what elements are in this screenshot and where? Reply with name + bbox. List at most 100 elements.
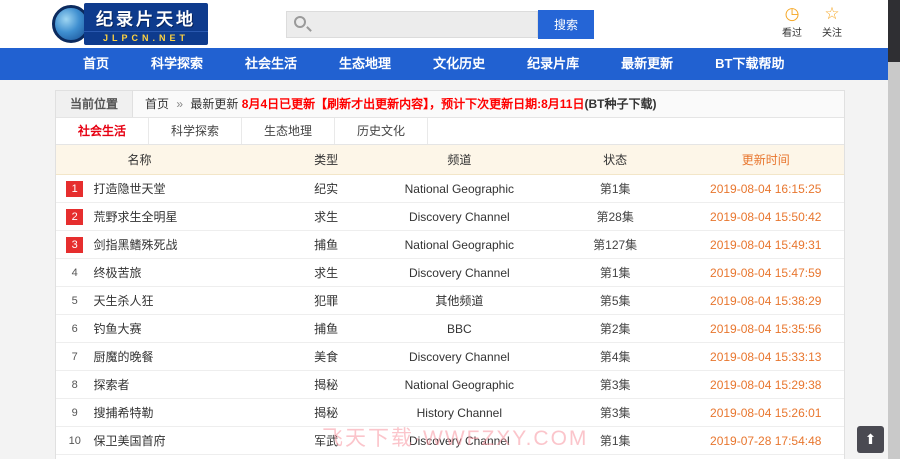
cell-name: 保卫美国首府 bbox=[93, 426, 277, 455]
col-channel: 频道 bbox=[375, 145, 543, 175]
cell-name: 终极苦旅 bbox=[93, 258, 277, 287]
location-label: 当前位置 bbox=[56, 91, 134, 117]
cell-status: 第4集 bbox=[542, 342, 688, 371]
row-rank: 8 bbox=[56, 370, 94, 399]
update-table: 名称 类型 频道 状态 更新时间 1 打造隐世天堂 纪实 National Geogr… bbox=[56, 145, 844, 459]
col-type: 类型 bbox=[276, 145, 376, 175]
site-header: 纪录片天地 JLPCN.NET 搜索 ◷ 看过 ☆ 关注 bbox=[0, 0, 900, 48]
cell-type: 纪实 bbox=[276, 174, 376, 203]
cell-type: 揭秘 bbox=[276, 398, 376, 427]
nav-item-7[interactable]: 最新更新 bbox=[600, 48, 694, 80]
table-header-row: 名称 类型 频道 状态 更新时间 bbox=[56, 145, 844, 175]
cell-status: 第6集 bbox=[542, 454, 688, 459]
cell-name: 天生杀人狂 bbox=[93, 286, 277, 315]
cell-name: 探索者 bbox=[93, 370, 277, 399]
cell-type: 求生 bbox=[276, 258, 376, 287]
table-row: 2 荒野求生全明星 求生 Discovery Channel 第28集 2019-08-0… bbox=[56, 202, 844, 231]
nav-item-3[interactable]: 社会生活 bbox=[224, 48, 318, 80]
cell-name: 超级育夜场 bbox=[93, 454, 277, 459]
row-rank: 7 bbox=[56, 342, 94, 371]
follow-label: 关注 bbox=[822, 28, 842, 39]
cell-channel: BBC bbox=[375, 314, 543, 343]
cell-status: 第5集 bbox=[542, 286, 688, 315]
watched-link[interactable]: ◷ 看过 bbox=[782, 4, 802, 39]
nav-item-6[interactable]: 纪录片库 bbox=[506, 48, 600, 80]
nav-item-8[interactable]: BT下载帮助 bbox=[694, 48, 805, 80]
cell-status: 第3集 bbox=[542, 370, 688, 399]
rank-badge: 7 bbox=[71, 350, 78, 363]
title-link[interactable]: 剑指黑鳍殊死战 bbox=[93, 238, 177, 252]
cell-updated: 2019-07-28 17:54:48 bbox=[687, 426, 844, 455]
update-notice: 8月4日已更新【刷新才出更新内容】，预计下次更新日期:8月11日 bbox=[241, 97, 585, 111]
breadcrumb-separator: » bbox=[176, 97, 184, 111]
table-row: 1 打造隐世天堂 纪实 National Geographic 第1集 2019-08-0… bbox=[56, 174, 844, 203]
cell-status: 第3集 bbox=[542, 398, 688, 427]
cell-updated: 2019-07-28 15:04:34 bbox=[687, 454, 844, 459]
breadcrumb: 首页 » 最新更新 8月4日已更新【刷新才出更新内容】，预计下次更新日期:8月1… bbox=[133, 91, 656, 117]
col-index bbox=[56, 145, 94, 175]
follow-link[interactable]: ☆ 关注 bbox=[822, 4, 842, 39]
logo-text: 纪录片天地 JLPCN.NET bbox=[84, 3, 208, 45]
tab-2[interactable]: 科学探索 bbox=[149, 118, 243, 144]
rank-badge: 2 bbox=[66, 208, 84, 225]
search-bar: 搜索 bbox=[286, 9, 594, 39]
title-link[interactable]: 荒野求生全明星 bbox=[93, 210, 177, 224]
site-title: 纪录片天地 bbox=[84, 3, 208, 31]
rank-badge: 10 bbox=[68, 434, 81, 447]
breadcrumb-section[interactable]: 最新更新 bbox=[190, 97, 238, 111]
rank-badge: 3 bbox=[66, 236, 84, 253]
tab-4[interactable]: 历史文化 bbox=[335, 118, 429, 144]
cell-status: 第28集 bbox=[542, 202, 688, 231]
cell-status: 第127集 bbox=[542, 230, 688, 259]
title-link[interactable]: 打造隐世天堂 bbox=[93, 182, 165, 196]
row-rank: 4 bbox=[56, 258, 94, 287]
table-row: 5 天生杀人狂 犯罪 其他频道 第5集 2019-08-04 15:38:29 bbox=[56, 286, 844, 315]
cell-name: 搜捕希特勒 bbox=[93, 398, 277, 427]
breadcrumb-home[interactable]: 首页 bbox=[145, 97, 169, 111]
nav-item-1[interactable]: 首页 bbox=[62, 48, 130, 80]
back-to-top-button[interactable]: ⬆ bbox=[857, 426, 884, 453]
cell-type: 求生 bbox=[276, 202, 376, 231]
title-link[interactable]: 搜捕希特勒 bbox=[93, 406, 153, 420]
table-row: 10 保卫美国首府 军武 Discovery Channel 第1集 2019-07-28… bbox=[56, 426, 844, 455]
rank-badge: 6 bbox=[71, 322, 78, 335]
nav-item-2[interactable]: 科学探索 bbox=[130, 48, 224, 80]
title-link[interactable]: 终极苦旅 bbox=[93, 266, 141, 280]
content-panel: 当前位置 首页 » 最新更新 8月4日已更新【刷新才出更新内容】，预计下次更新日… bbox=[55, 90, 845, 459]
table-row: 3 剑指黑鳍殊死战 捕鱼 National Geographic 第127集 2019-0… bbox=[56, 230, 844, 259]
cell-status: 第2集 bbox=[542, 314, 688, 343]
cell-updated: 2019-08-04 15:26:01 bbox=[687, 398, 844, 427]
cell-channel: Discovery Channel bbox=[375, 454, 543, 459]
table-row: 7 厨魔的晚餐 美食 Discovery Channel 第4集 2019-08-04 1… bbox=[56, 342, 844, 371]
title-link[interactable]: 保卫美国首府 bbox=[93, 434, 165, 448]
tab-1[interactable]: 社会生活 bbox=[56, 118, 150, 144]
tab-3[interactable]: 生态地理 bbox=[242, 118, 336, 144]
col-name: 名称 bbox=[93, 145, 277, 175]
scrollbar-thumb[interactable] bbox=[888, 0, 900, 62]
cell-name: 荒野求生全明星 bbox=[93, 202, 277, 231]
cell-type: 揭秘 bbox=[276, 370, 376, 399]
cell-type: 美食 bbox=[276, 342, 376, 371]
main-nav: 首页 科学探索 社会生活 生态地理 文化历史 纪录片库 最新更新 BT下载帮助 bbox=[0, 48, 900, 80]
search-button[interactable]: 搜索 bbox=[538, 9, 594, 39]
row-rank: 6 bbox=[56, 314, 94, 343]
table-body: 1 打造隐世天堂 纪实 National Geographic 第1集 2019-08-0… bbox=[56, 174, 844, 459]
title-link[interactable]: 天生杀人狂 bbox=[93, 294, 153, 308]
search-input[interactable] bbox=[286, 10, 538, 38]
title-link[interactable]: 厨魔的晚餐 bbox=[93, 350, 153, 364]
nav-item-5[interactable]: 文化历史 bbox=[412, 48, 506, 80]
category-tabs: 社会生活 科学探索 生态地理 历史文化 bbox=[56, 118, 844, 145]
nav-item-4[interactable]: 生态地理 bbox=[318, 48, 412, 80]
rank-badge: 1 bbox=[66, 180, 84, 197]
scrollbar-track[interactable] bbox=[888, 0, 900, 459]
cell-updated: 2019-08-04 15:49:31 bbox=[687, 230, 844, 259]
site-logo[interactable]: 纪录片天地 JLPCN.NET bbox=[52, 3, 208, 45]
bt-download-note[interactable]: (BT种子下载) bbox=[584, 97, 656, 111]
title-link[interactable]: 探索者 bbox=[93, 378, 129, 392]
cell-channel: Discovery Channel bbox=[375, 426, 543, 455]
cell-type: 捕鱼 bbox=[276, 314, 376, 343]
title-link[interactable]: 钓鱼大赛 bbox=[93, 322, 141, 336]
row-rank: 9 bbox=[56, 398, 94, 427]
cell-channel: Discovery Channel bbox=[375, 342, 543, 371]
cell-updated: 2019-08-04 15:33:13 bbox=[687, 342, 844, 371]
